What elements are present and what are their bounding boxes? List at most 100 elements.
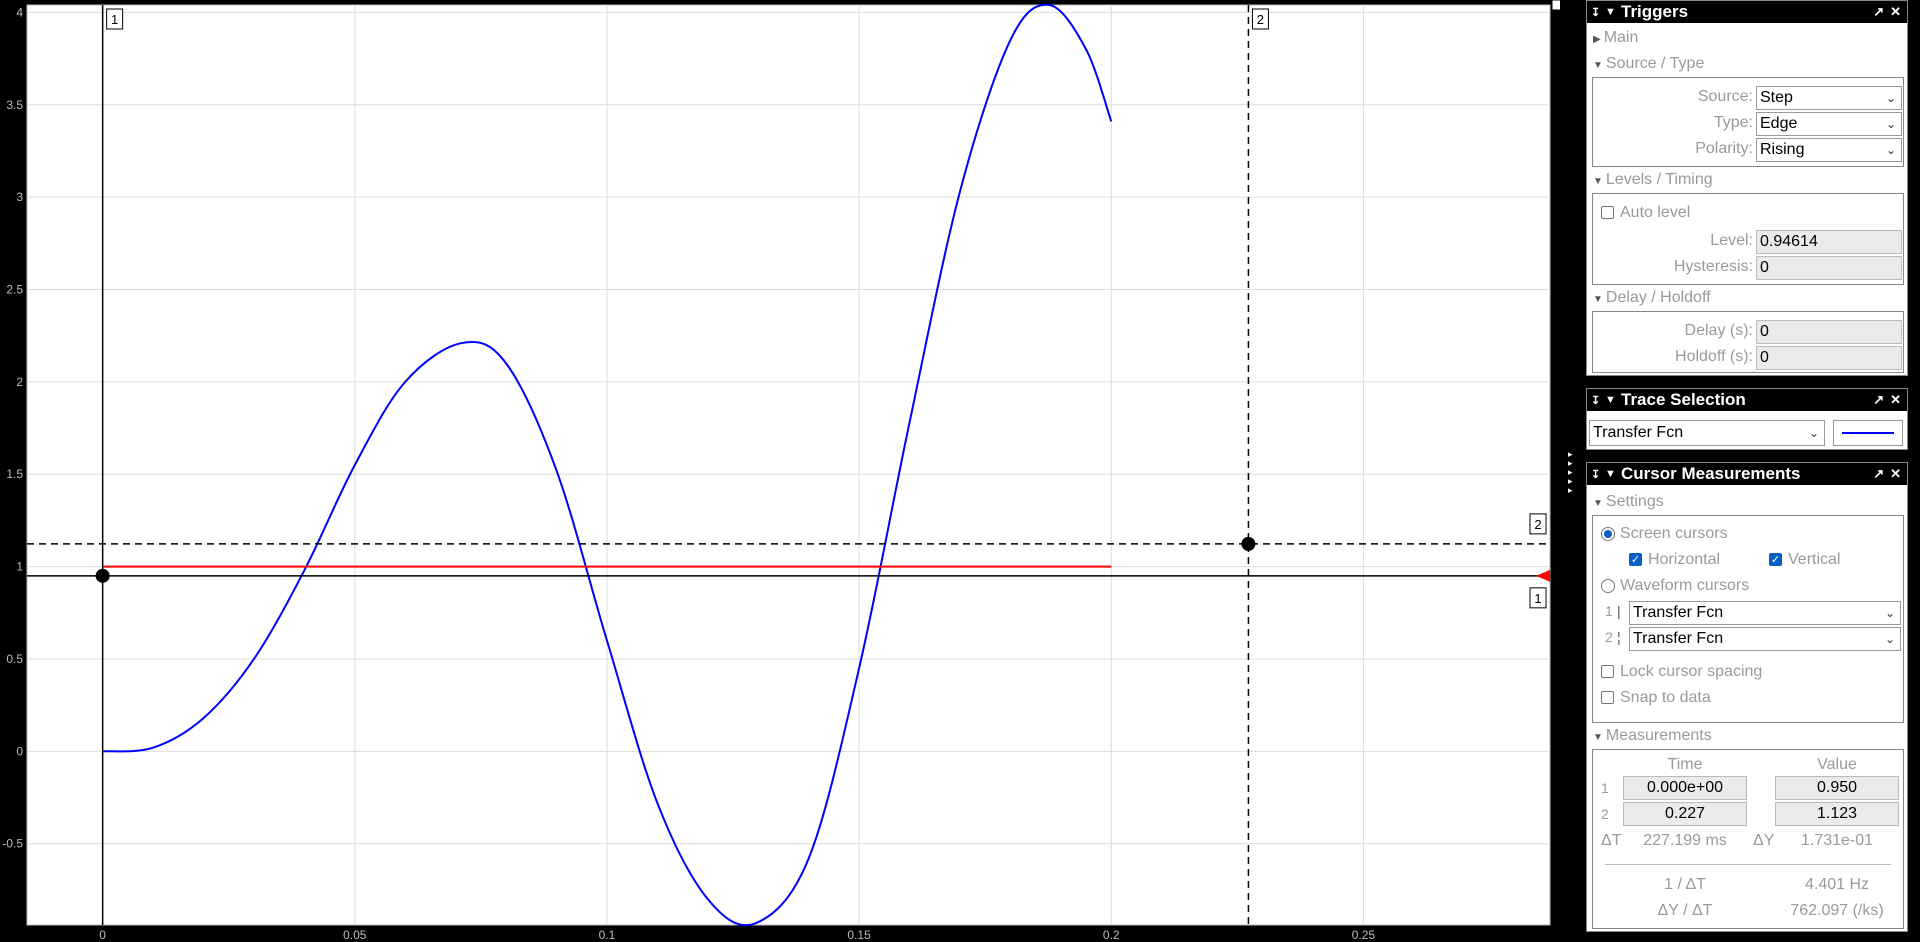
cursor-measurements-panel: ↧ ▼ Cursor Measurements ↗ ✕ ▼ Settings Sc…	[1586, 462, 1908, 932]
auto-level-checkbox[interactable]	[1601, 206, 1614, 219]
y-tick-label: 3	[16, 190, 23, 204]
auto-level-label: Auto level	[1620, 204, 1691, 221]
source-value: Step	[1760, 89, 1793, 106]
chevron-down-icon: ⌄	[1885, 117, 1896, 131]
cursor-2-time: 0.227	[1623, 802, 1747, 826]
collapse-icon[interactable]: ▼	[1605, 468, 1621, 480]
level-field[interactable]: 0.94614	[1756, 230, 1902, 254]
lock-cursor-spacing-checkbox[interactable]	[1601, 665, 1614, 678]
trace-selection-title: Trace Selection	[1621, 390, 1746, 409]
type-value: Edge	[1760, 115, 1798, 132]
panel-collapse-arrows[interactable]: ▸ ▸ ▸ ▸ ▸	[1568, 450, 1573, 495]
row-2-index: 2	[1601, 806, 1609, 822]
delta-t-value: 227.199 ms	[1643, 832, 1727, 849]
trace-select[interactable]: Transfer Fcn ⌄	[1589, 420, 1825, 446]
horizontal-label: Horizontal	[1648, 551, 1721, 568]
source-type-box: Source: Step ⌄ Type: Edge ⌄ Polarity: Risi…	[1592, 77, 1904, 167]
screen-cursors-radio[interactable]	[1601, 527, 1615, 541]
pin-icon[interactable]: ↧	[1591, 468, 1605, 481]
level-label: Level:	[1710, 232, 1753, 249]
holdoff-field[interactable]: 0	[1756, 346, 1902, 370]
type-select[interactable]: Edge ⌄	[1756, 112, 1902, 136]
source-label: Source:	[1697, 88, 1753, 105]
undock-icon[interactable]: ↗	[1873, 466, 1884, 482]
chevron-down-icon: ⌄	[1885, 91, 1896, 105]
waveform-cursor-1-value: Transfer Fcn	[1633, 604, 1724, 621]
collapse-icon[interactable]: ▼	[1605, 394, 1621, 406]
y-tick-label: 2	[16, 375, 23, 389]
screen-cursors-label: Screen cursors	[1620, 525, 1728, 542]
y-tick-label: 0	[16, 744, 23, 758]
cursor-measurements-header: ↧ ▼ Cursor Measurements ↗ ✕	[1587, 463, 1907, 485]
undock-icon[interactable]: ↗	[1873, 4, 1884, 20]
delay-field[interactable]: 0	[1756, 320, 1902, 344]
expand-icon[interactable]	[1551, 0, 1560, 11]
measurements-box: Time Value 1 0.000e+00 0.950 2 0.227 1.1…	[1592, 749, 1904, 929]
polarity-label: Polarity:	[1695, 140, 1753, 157]
section-settings[interactable]: ▼ Settings	[1593, 493, 1664, 511]
horizontal-cursor-1-label-text: 1	[1534, 591, 1541, 606]
section-main[interactable]: ▶ Main	[1593, 29, 1638, 47]
value-column-header: Value	[1817, 756, 1857, 773]
close-icon[interactable]: ✕	[1890, 466, 1901, 482]
cursor-2-intersection[interactable]	[1241, 536, 1256, 551]
delta-t-label: ΔT	[1601, 832, 1622, 849]
chevron-down-icon: ⌄	[1808, 426, 1819, 440]
chevron-down-icon: ⌄	[1884, 632, 1895, 646]
source-select[interactable]: Step ⌄	[1756, 86, 1902, 110]
section-measurements[interactable]: ▼ Measurements	[1593, 727, 1712, 745]
cursor-2-value: 1.123	[1775, 802, 1899, 826]
dashed-line-icon: ¦	[1617, 629, 1621, 645]
waveform-cursor-2-select[interactable]: Transfer Fcn ⌄	[1629, 627, 1901, 651]
section-levels-timing[interactable]: ▼ Levels / Timing	[1593, 171, 1713, 189]
close-icon[interactable]: ✕	[1890, 392, 1901, 408]
cursor-1-intersection[interactable]	[95, 568, 110, 583]
scope-display[interactable]: 0 0.05 0.1 0.15 0.2 0.25 -0.5 0 0.5 1 1.5 2 2.5 3 3.5 4…	[0, 0, 1560, 942]
x-tick-label: 0	[99, 928, 106, 942]
section-measurements-label: Measurements	[1605, 727, 1712, 744]
trace-line-style[interactable]	[1833, 420, 1903, 446]
type-label: Type:	[1713, 114, 1753, 131]
pin-icon[interactable]: ↧	[1591, 394, 1605, 407]
waveform-cursor-1-select[interactable]: Transfer Fcn ⌄	[1629, 601, 1901, 625]
section-settings-label: Settings	[1605, 493, 1664, 510]
settings-box: Screen cursors ✓ Horizontal ✓ Vertical W…	[1592, 515, 1904, 723]
x-tick-label: 0.25	[1352, 928, 1376, 942]
waveform-cursor-2-index: 2	[1605, 629, 1613, 645]
horizontal-checkbox[interactable]: ✓	[1629, 553, 1642, 566]
time-column-header: Time	[1667, 756, 1703, 773]
holdoff-label: Holdoff (s):	[1675, 348, 1753, 365]
y-tick-label: 4	[16, 5, 23, 19]
cursor-1-time: 0.000e+00	[1623, 776, 1747, 800]
snap-to-data-checkbox[interactable]	[1601, 691, 1614, 704]
y-tick-label: 1.5	[6, 467, 23, 481]
triggers-title: Triggers	[1621, 2, 1689, 21]
chevron-down-icon: ⌄	[1884, 606, 1895, 620]
section-source-type[interactable]: ▼ Source / Type	[1593, 55, 1704, 73]
lock-cursor-spacing-label: Lock cursor spacing	[1620, 663, 1763, 680]
y-tick-label: 1	[16, 560, 23, 574]
x-tick-label: 0.05	[343, 928, 367, 942]
vertical-checkbox[interactable]: ✓	[1769, 553, 1782, 566]
triggers-panel: ↧ ▼ Triggers ↗ ✕ ▶ Main ▼ Source / Type So…	[1586, 0, 1908, 376]
slope-label: ΔY / ΔT	[1657, 902, 1713, 919]
scope-plot[interactable]: 0 0.05 0.1 0.15 0.2 0.25 -0.5 0 0.5 1 1.5 2 2.5 3 3.5 4…	[0, 0, 1560, 942]
snap-to-data-label: Snap to data	[1620, 689, 1711, 706]
close-icon[interactable]: ✕	[1890, 4, 1901, 20]
cursor-measurements-title: Cursor Measurements	[1621, 464, 1801, 483]
undock-icon[interactable]: ↗	[1873, 392, 1884, 408]
collapse-icon[interactable]: ▼	[1605, 6, 1621, 18]
section-delay-holdoff[interactable]: ▼ Delay / Holdoff	[1593, 289, 1711, 307]
x-tick-label: 0.15	[847, 928, 871, 942]
hysteresis-field[interactable]: 0	[1756, 256, 1902, 280]
triggers-header: ↧ ▼ Triggers ↗ ✕	[1587, 1, 1907, 23]
x-tick-label: 0.2	[1103, 928, 1120, 942]
waveform-cursors-radio[interactable]	[1601, 579, 1615, 593]
pin-icon[interactable]: ↧	[1591, 6, 1605, 19]
row-1-index: 1	[1601, 780, 1609, 796]
polarity-select[interactable]: Rising ⌄	[1756, 138, 1902, 162]
y-tick-label: 2.5	[6, 282, 23, 296]
section-delay-holdoff-label: Delay / Holdoff	[1605, 289, 1711, 306]
hysteresis-label: Hysteresis:	[1673, 258, 1753, 275]
plot-area[interactable]	[26, 4, 1551, 926]
